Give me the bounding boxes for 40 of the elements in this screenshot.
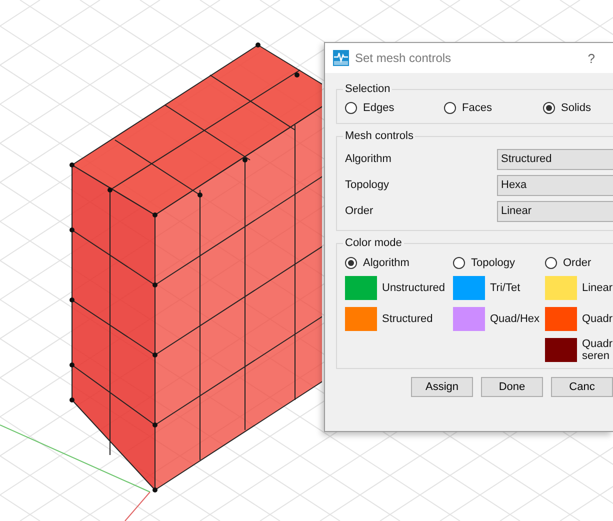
- radio-label: Edges: [363, 102, 394, 114]
- field-label: Algorithm: [345, 153, 392, 165]
- radio-label: Algorithm: [363, 257, 410, 269]
- legend-label: Quadr seren: [582, 338, 613, 362]
- legend-label: Unstructured: [382, 282, 445, 294]
- radio-label: Solids: [561, 102, 591, 114]
- radio-button[interactable]: [545, 257, 557, 269]
- radio-button[interactable]: [345, 257, 357, 269]
- field-label: Order: [345, 205, 374, 217]
- legend-label: Quadr: [582, 313, 613, 325]
- radio-label: Topology: [471, 257, 516, 269]
- radio-option[interactable]: Algorithm: [345, 257, 453, 269]
- app-logo-icon: [333, 50, 349, 66]
- dropdown-field[interactable]: Hexa: [497, 174, 613, 196]
- legend-label: Structured: [382, 313, 433, 325]
- radio-button[interactable]: [453, 257, 465, 269]
- radio-option[interactable]: Solids: [543, 102, 613, 114]
- radio-option[interactable]: Order: [545, 257, 613, 269]
- group-title: Mesh controls: [344, 130, 414, 142]
- group-title: Selection: [344, 83, 392, 95]
- radio-option[interactable]: Edges: [345, 102, 444, 114]
- radio-option[interactable]: Faces: [444, 102, 543, 114]
- radio-button[interactable]: [345, 102, 357, 114]
- dialog-button[interactable]: Assign: [411, 377, 473, 397]
- dropdown-field[interactable]: Structured: [497, 148, 613, 170]
- dropdown-field[interactable]: Linear: [497, 200, 613, 222]
- dialog-button[interactable]: Done: [481, 377, 543, 397]
- radio-button[interactable]: [543, 102, 555, 114]
- help-button[interactable]: ?: [588, 50, 595, 66]
- dialog-button[interactable]: Canc: [551, 377, 613, 397]
- radio-label: Faces: [462, 102, 492, 114]
- radio-label: Order: [563, 257, 592, 269]
- legend-label: Tri/Tet: [490, 282, 520, 294]
- field-label: Topology: [345, 179, 390, 191]
- radio-option[interactable]: Topology: [453, 257, 545, 269]
- legend-label: Quad/Hex: [490, 313, 540, 325]
- radio-button[interactable]: [444, 102, 456, 114]
- group-title: Color mode: [344, 237, 403, 249]
- dialog-title: Set mesh controls: [355, 51, 452, 65]
- legend-label: Linear: [582, 282, 613, 294]
